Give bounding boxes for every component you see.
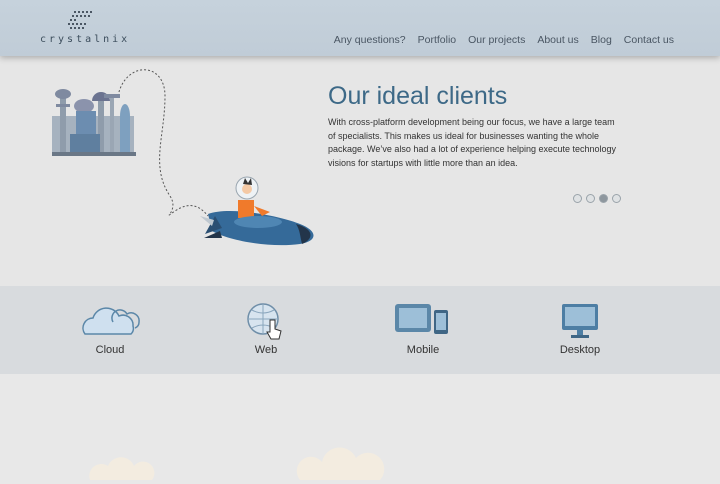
slider-dot-3[interactable]	[599, 194, 608, 203]
rocket-icon	[200, 176, 314, 246]
slider-dot-1[interactable]	[573, 194, 582, 203]
rocket-city-illustration	[52, 69, 314, 246]
slider-pagination	[573, 194, 621, 203]
service-cloud[interactable]: Cloud	[60, 302, 160, 356]
slider-dot-4[interactable]	[612, 194, 621, 203]
site-header: crystalnix Any questions? Portfolio Our …	[0, 0, 720, 56]
slider-dot-2[interactable]	[586, 194, 595, 203]
nav-item-our-projects[interactable]: Our projects	[468, 34, 525, 46]
service-label-web: Web	[254, 344, 278, 356]
crystalnix-logo-icon	[68, 11, 92, 29]
service-web[interactable]: Web	[216, 302, 316, 356]
hero-title: Our ideal clients	[328, 82, 508, 110]
service-label-cloud: Cloud	[95, 344, 125, 356]
services-band: Cloud Web Mobile Desktop	[0, 286, 720, 374]
city-icon	[52, 89, 136, 156]
cloud-icon	[82, 307, 140, 335]
nav-item-any-questions[interactable]: Any questions?	[334, 34, 406, 46]
service-mobile[interactable]: Mobile	[373, 302, 473, 356]
lower-section	[0, 374, 720, 480]
service-label-desktop: Desktop	[559, 344, 601, 356]
logo[interactable]: crystalnix	[38, 8, 127, 48]
nav-item-blog[interactable]: Blog	[591, 34, 612, 46]
nav-item-about-us[interactable]: About us	[537, 34, 578, 46]
service-desktop[interactable]: Desktop	[530, 302, 630, 356]
brand-name: crystalnix	[40, 34, 131, 45]
tablet-phone-icon	[395, 304, 448, 334]
nav-item-portfolio[interactable]: Portfolio	[418, 34, 457, 46]
nav-item-contact-us[interactable]: Contact us	[624, 34, 674, 46]
globe-cursor-icon	[247, 303, 282, 340]
hero-description: With cross-platform development being ou…	[328, 117, 617, 168]
hero-slider: Our ideal clients With cross-platform de…	[0, 56, 720, 286]
service-label-mobile: Mobile	[406, 344, 440, 356]
monitor-icon	[562, 304, 598, 338]
main-nav: Any questions? Portfolio Our projects Ab…	[322, 34, 674, 46]
clouds-decoration	[89, 447, 385, 480]
